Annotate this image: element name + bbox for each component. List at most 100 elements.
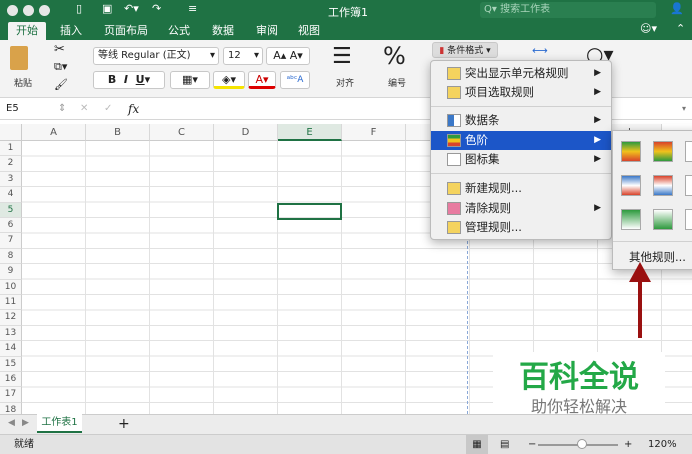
tab-formulas[interactable]: 公式 bbox=[160, 22, 198, 40]
row-header-9[interactable]: 9 bbox=[0, 264, 22, 280]
row-header-5[interactable]: 5 bbox=[0, 202, 22, 218]
bold-italic-underline-group[interactable]: B I U▾ bbox=[93, 71, 165, 89]
undo-icon[interactable]: ↶▾ bbox=[124, 2, 139, 15]
color-scale-red-yellow-green[interactable] bbox=[653, 141, 673, 162]
copy-icon[interactable]: ⧉▾ bbox=[54, 60, 67, 74]
search-input[interactable]: Q▾ 搜索工作表 bbox=[480, 2, 656, 18]
tab-insert[interactable]: 插入 bbox=[52, 22, 90, 40]
menu-item-icon-sets[interactable]: 图标集 ▶ bbox=[431, 150, 611, 169]
minimize-window-button[interactable] bbox=[23, 5, 34, 16]
row-header-11[interactable]: 11 bbox=[0, 295, 22, 311]
column-header-F[interactable]: F bbox=[342, 124, 406, 141]
cancel-icon[interactable]: ✕ bbox=[80, 98, 88, 120]
menu-item-color-scales[interactable]: 色阶 ▶ bbox=[431, 131, 611, 150]
redo-icon[interactable]: ↷ bbox=[152, 2, 161, 15]
submenu-separator bbox=[613, 241, 692, 242]
zoom-in-button[interactable]: + bbox=[624, 435, 632, 454]
row-header-13[interactable]: 13 bbox=[0, 325, 22, 342]
color-scale-green-yellow-red[interactable] bbox=[621, 141, 641, 162]
row-header-16[interactable]: 16 bbox=[0, 372, 22, 388]
borders-button[interactable]: ▦▾ bbox=[170, 71, 210, 89]
text-effects-button[interactable]: ᵃᵇᶜA bbox=[280, 71, 310, 89]
cut-icon[interactable]: ✂ bbox=[54, 42, 65, 57]
zoom-slider-thumb[interactable] bbox=[577, 439, 587, 449]
select-all-corner[interactable] bbox=[0, 124, 22, 141]
row-header-6[interactable]: 6 bbox=[0, 218, 22, 234]
column-header-B[interactable]: B bbox=[86, 124, 150, 141]
selected-cell-e5[interactable] bbox=[277, 203, 342, 220]
color-scale-red-white-blue[interactable] bbox=[653, 175, 673, 196]
share-icon[interactable]: 👤 bbox=[670, 2, 684, 15]
close-window-button[interactable] bbox=[7, 5, 18, 16]
menu-item-clear-rules[interactable]: 清除规则 ▶ bbox=[431, 199, 611, 218]
menu-item-top-bottom-rules[interactable]: 项目选取规则 ▶ bbox=[431, 83, 611, 102]
sheet-tab-1[interactable]: 工作表1 bbox=[37, 414, 82, 433]
paste-icon[interactable] bbox=[10, 46, 28, 70]
column-header-A[interactable]: A bbox=[22, 124, 86, 141]
tab-home[interactable]: 开始 bbox=[8, 22, 46, 40]
save-icon[interactable]: ▣ bbox=[102, 2, 112, 15]
bold-button[interactable]: B bbox=[108, 73, 116, 86]
name-box[interactable]: E5 bbox=[6, 98, 19, 120]
red-arrow-annotation bbox=[629, 262, 651, 338]
menu-item-manage-rules[interactable]: 管理规则... bbox=[431, 218, 611, 237]
row-header-14[interactable]: 14 bbox=[0, 341, 22, 357]
tab-data[interactable]: 数据 bbox=[204, 22, 242, 40]
color-scale-white-green[interactable] bbox=[653, 209, 673, 230]
zoom-out-button[interactable]: − bbox=[528, 435, 536, 454]
normal-view-button[interactable]: ▦ bbox=[466, 435, 488, 454]
zoom-window-button[interactable] bbox=[39, 5, 50, 16]
enter-icon[interactable]: ✓ bbox=[104, 98, 112, 120]
customize-toolbar-icon[interactable]: ≡ bbox=[188, 2, 197, 15]
row-header-17[interactable]: 17 bbox=[0, 387, 22, 403]
align-icon[interactable]: ☰ bbox=[332, 44, 352, 69]
cells-format-icon[interactable]: ⟷ bbox=[532, 44, 548, 57]
row-header-2[interactable]: 2 bbox=[0, 156, 22, 172]
title-bar: ▯ ▣ ↶▾ ↷ ≡ 工作簿1 Q▾ 搜索工作表 👤 bbox=[0, 0, 692, 20]
column-header-C[interactable]: C bbox=[150, 124, 214, 141]
menu-item-data-bars[interactable]: 数据条 ▶ bbox=[431, 111, 611, 130]
color-scale-green-white[interactable] bbox=[621, 209, 641, 230]
underline-button[interactable]: U bbox=[136, 73, 145, 86]
row-header-4[interactable]: 4 bbox=[0, 187, 22, 203]
row-header-1[interactable]: 1 bbox=[0, 141, 22, 157]
color-scale-more-3[interactable] bbox=[685, 209, 692, 230]
font-size-grow-shrink[interactable]: A▴ A▾ bbox=[266, 47, 310, 65]
color-scale-more-2[interactable] bbox=[685, 175, 692, 196]
insert-function-button[interactable]: fx bbox=[128, 98, 139, 120]
feedback-smiley-icon[interactable]: ☺▾ bbox=[640, 22, 657, 35]
menu-item-new-rule[interactable]: 新建规则... bbox=[431, 179, 611, 198]
color-scale-blue-white-red[interactable] bbox=[621, 175, 641, 196]
row-header-15[interactable]: 15 bbox=[0, 356, 22, 372]
tab-review[interactable]: 审阅 bbox=[248, 22, 286, 40]
prev-sheet-icon[interactable]: ◀ bbox=[8, 418, 15, 428]
expand-formula-icon[interactable]: ▾ bbox=[682, 98, 686, 120]
add-sheet-button[interactable]: + bbox=[118, 416, 130, 432]
font-color-button[interactable]: A▾ bbox=[248, 71, 276, 89]
name-box-stepper[interactable]: ⇕ bbox=[58, 98, 66, 120]
sidebar-icon[interactable]: ▯ bbox=[76, 2, 82, 15]
column-header-D[interactable]: D bbox=[214, 124, 278, 141]
number-label: 编号 bbox=[388, 79, 407, 89]
font-size-select[interactable]: 12 ▾ bbox=[223, 47, 263, 65]
format-painter-icon[interactable]: 🖌 bbox=[54, 78, 68, 91]
color-scale-more-1[interactable] bbox=[685, 141, 692, 162]
next-sheet-icon[interactable]: ▶ bbox=[22, 418, 29, 428]
font-name-select[interactable]: 等线 Regular (正文) ▾ bbox=[93, 47, 219, 65]
row-header-10[interactable]: 10 bbox=[0, 279, 22, 295]
page-layout-view-button[interactable]: ▤ bbox=[500, 435, 509, 454]
watermark-title: 百科全说 bbox=[519, 360, 639, 395]
conditional-formatting-button[interactable]: ▮ 条件格式 ▾ bbox=[432, 42, 498, 58]
fill-color-button[interactable]: ◈▾ bbox=[213, 71, 245, 89]
row-header-12[interactable]: 12 bbox=[0, 310, 22, 326]
row-header-8[interactable]: 8 bbox=[0, 248, 22, 265]
menu-item-highlight-cell-rules[interactable]: 突出显示单元格规则 ▶ bbox=[431, 64, 611, 83]
tab-view[interactable]: 视图 bbox=[290, 22, 328, 40]
row-header-7[interactable]: 7 bbox=[0, 233, 22, 249]
tab-page-layout[interactable]: 页面布局 bbox=[96, 22, 156, 40]
row-header-3[interactable]: 3 bbox=[0, 171, 22, 188]
italic-button[interactable]: I bbox=[124, 73, 128, 86]
collapse-ribbon-icon[interactable]: ⌃ bbox=[676, 22, 685, 35]
number-format-icon[interactable]: % bbox=[383, 42, 406, 70]
column-header-E[interactable]: E bbox=[278, 124, 342, 141]
